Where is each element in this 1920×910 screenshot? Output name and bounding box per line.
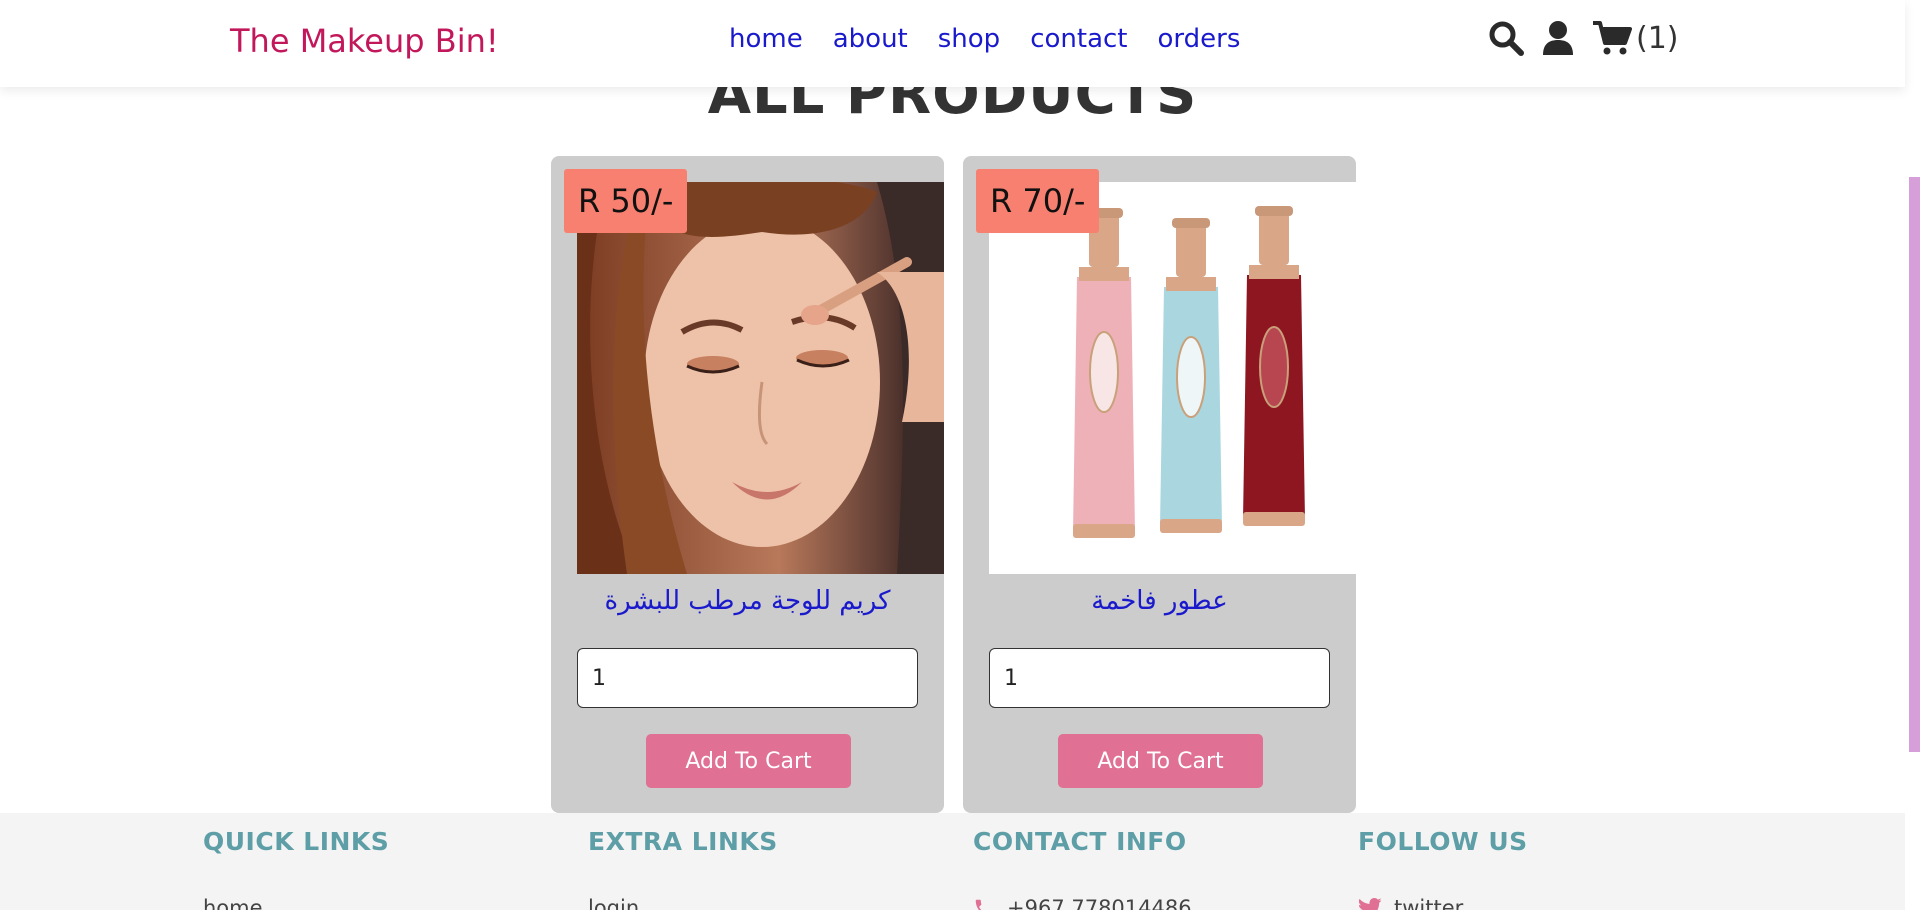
add-to-cart-button[interactable]: Add To Cart (646, 734, 851, 788)
quantity-input[interactable] (577, 648, 918, 708)
add-to-cart-button[interactable]: Add To Cart (1058, 734, 1263, 788)
header-icons: (1) (1488, 20, 1679, 56)
quantity-input[interactable] (989, 648, 1330, 708)
product-name[interactable]: كريم للوجة مرطب للبشرة (551, 586, 944, 616)
footer-heading: EXTRA LINKS (588, 827, 778, 856)
user-icon[interactable] (1542, 20, 1574, 56)
footer-heading: FOLLOW US (1358, 827, 1528, 856)
scroll-indicator[interactable] (1909, 177, 1920, 752)
nav-shop[interactable]: shop (938, 24, 1000, 54)
nav-contact[interactable]: contact (1030, 24, 1127, 54)
twitter-icon (1358, 898, 1382, 910)
price-badge: R 70/- (976, 169, 1100, 233)
footer-quick-links: QUICK LINKS home (203, 813, 389, 910)
cart-count: (1) (1636, 20, 1679, 56)
phone-icon (975, 899, 982, 910)
footer-link-label: +967 778014486 (1007, 896, 1192, 910)
footer-heading: CONTACT INFO (973, 827, 1187, 856)
nav-home[interactable]: home (729, 24, 803, 54)
nav-orders[interactable]: orders (1157, 24, 1240, 54)
three-perfume-bottles-photo (989, 182, 1356, 574)
main-nav: home about shop contact orders (729, 24, 1270, 54)
footer-link-label: login (588, 896, 640, 910)
brand-logo[interactable]: The Makeup Bin! (230, 22, 499, 60)
product-name[interactable]: عطور فاخمة (963, 586, 1356, 616)
cart-icon[interactable]: (1) (1592, 20, 1679, 56)
footer-link-label: home (203, 896, 263, 910)
footer-follow-us: FOLLOW US twitter (1358, 813, 1528, 910)
footer-link-phone[interactable]: +967 778014486 (973, 896, 1192, 910)
footer-link-twitter[interactable]: twitter (1358, 896, 1528, 910)
footer-extra-links: EXTRA LINKS login (588, 813, 778, 910)
woman-applying-makeup-photo (577, 182, 944, 574)
nav-about[interactable]: about (833, 24, 908, 54)
footer-contact-info: CONTACT INFO +967 778014486 (973, 813, 1192, 910)
footer-link-login[interactable]: login (588, 896, 778, 910)
footer-heading: QUICK LINKS (203, 827, 390, 856)
search-icon[interactable] (1488, 20, 1524, 56)
footer-link-home[interactable]: home (203, 896, 389, 910)
price-badge: R 50/- (564, 169, 688, 233)
footer-link-label: twitter (1394, 896, 1464, 910)
product-card: R 70/- عطور فاخمة Add T (963, 156, 1356, 813)
site-footer: QUICK LINKS home EXTRA LINKS login CONTA… (0, 813, 1905, 910)
product-card: R 50/- كريم للوجة مرطب للبشرة 1 Add To C… (551, 156, 944, 813)
site-header: The Makeup Bin! home about shop contact … (0, 0, 1905, 87)
